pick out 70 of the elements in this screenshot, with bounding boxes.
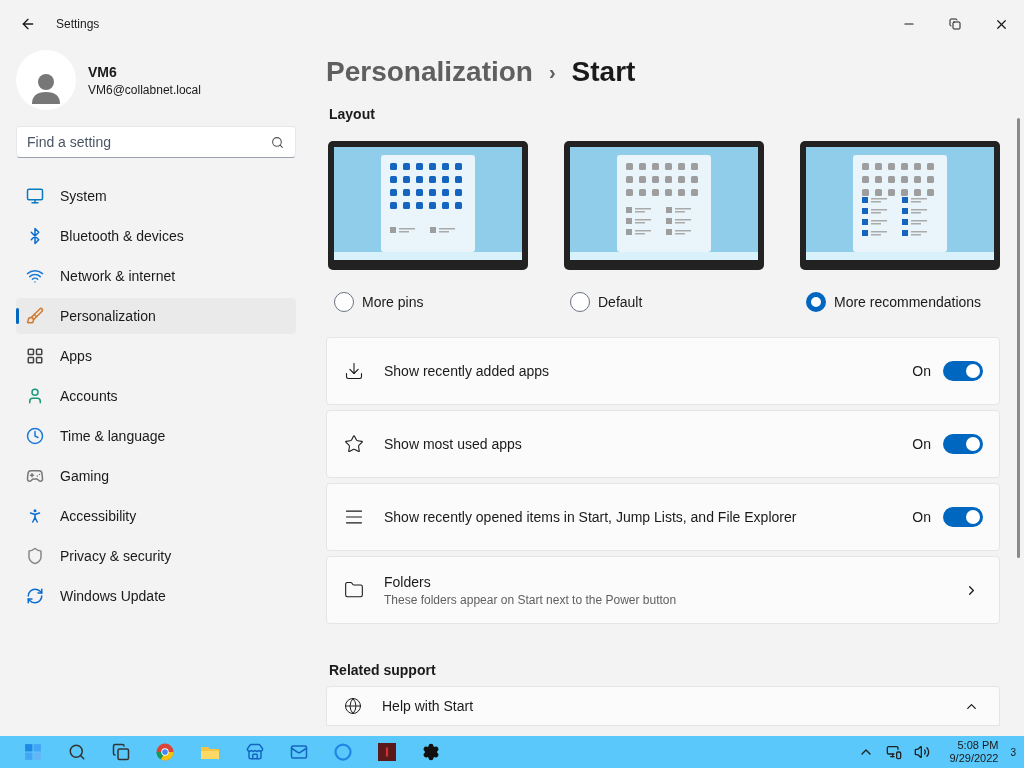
restore-icon <box>949 18 961 30</box>
toggle-switch[interactable] <box>943 434 983 454</box>
expander-label: Help with Start <box>382 697 474 716</box>
sidebar-item[interactable]: Bluetooth & devices <box>16 218 296 254</box>
sidebar-item[interactable]: Windows Update <box>16 578 296 614</box>
volume-icon[interactable] <box>913 744 930 760</box>
radio-button[interactable] <box>570 292 590 312</box>
setting-card[interactable]: Folders These folders appear on Start next to the Power button <box>326 556 1000 624</box>
radio-button[interactable] <box>334 292 354 312</box>
toggle-switch[interactable] <box>943 361 983 381</box>
person-icon <box>26 387 44 405</box>
section-heading: Related support <box>329 661 437 680</box>
radio-label: More recommendations <box>834 293 982 312</box>
apps-grid-icon <box>26 347 44 365</box>
setting-label: Folders <box>384 573 432 592</box>
clock-icon <box>26 427 44 445</box>
brush-icon <box>26 307 44 325</box>
task-view-icon[interactable] <box>112 743 130 761</box>
sidebar-item[interactable]: Apps <box>16 338 296 374</box>
user-email: VM6@collabnet.local <box>88 82 201 98</box>
star-icon <box>344 434 364 454</box>
mail-icon[interactable] <box>290 743 308 761</box>
sidebar-item[interactable]: Network & internet <box>16 258 296 294</box>
monitor-icon <box>26 187 44 205</box>
store-icon[interactable] <box>246 743 264 761</box>
gear-icon[interactable] <box>422 743 440 761</box>
toggle-state: On <box>912 435 931 454</box>
sidebar-item[interactable]: Time & language <box>16 418 296 454</box>
page-title: Start <box>571 55 636 89</box>
setting-label: Show most used apps <box>384 435 522 454</box>
breadcrumb-parent[interactable]: Personalization <box>326 51 533 93</box>
app-icon[interactable] <box>378 743 396 761</box>
folder-icon <box>344 580 364 600</box>
sidebar-item[interactable]: Accessibility <box>16 498 296 534</box>
toggle-state: On <box>912 362 931 381</box>
gamepad-icon <box>26 467 44 485</box>
sidebar-item[interactable]: Privacy & security <box>16 538 296 574</box>
shield-icon <box>26 547 44 565</box>
search-icon <box>271 136 284 149</box>
setting-label: Show recently added apps <box>384 362 549 381</box>
radio-label: More pins <box>362 293 424 312</box>
section-heading: Layout <box>329 105 376 124</box>
radio-button[interactable] <box>806 292 826 312</box>
breadcrumb-separator: › <box>548 60 556 85</box>
scrollbar[interactable] <box>1017 118 1020 558</box>
globe-icon <box>344 697 362 715</box>
expander-header[interactable]: Help with Start <box>326 686 1000 726</box>
setting-label: Show recently opened items in Start, Jump Lists, and File Explorer <box>384 508 797 527</box>
user-name: VM6 <box>88 63 118 82</box>
sidebar-item[interactable]: System <box>16 178 296 214</box>
chrome-icon[interactable] <box>156 743 174 761</box>
notification-count[interactable]: 3 <box>1010 744 1016 760</box>
start-layout-preview[interactable] <box>800 141 1000 270</box>
radio-label: Default <box>598 293 643 312</box>
clock[interactable]: 5:08 PM 9/29/2022 <box>949 739 999 765</box>
start-layout-preview[interactable] <box>564 141 764 270</box>
sidebar-item[interactable]: Personalization <box>16 298 296 334</box>
toggle-switch[interactable] <box>943 507 983 527</box>
search-field[interactable]: Find a setting <box>16 126 296 158</box>
download-icon <box>344 361 364 381</box>
wifi-icon <box>26 267 44 285</box>
network-icon[interactable] <box>885 744 902 760</box>
toggle-state: On <box>912 508 931 527</box>
sidebar-item[interactable]: Gaming <box>16 458 296 494</box>
start-layout-preview[interactable] <box>328 141 528 270</box>
setting-description: These folders appear on Start next to the Power button <box>384 592 677 608</box>
search-icon[interactable] <box>68 743 86 761</box>
window-title: Settings <box>56 16 100 32</box>
refresh-icon <box>26 587 44 605</box>
sidebar-item[interactable]: Accounts <box>16 378 296 414</box>
